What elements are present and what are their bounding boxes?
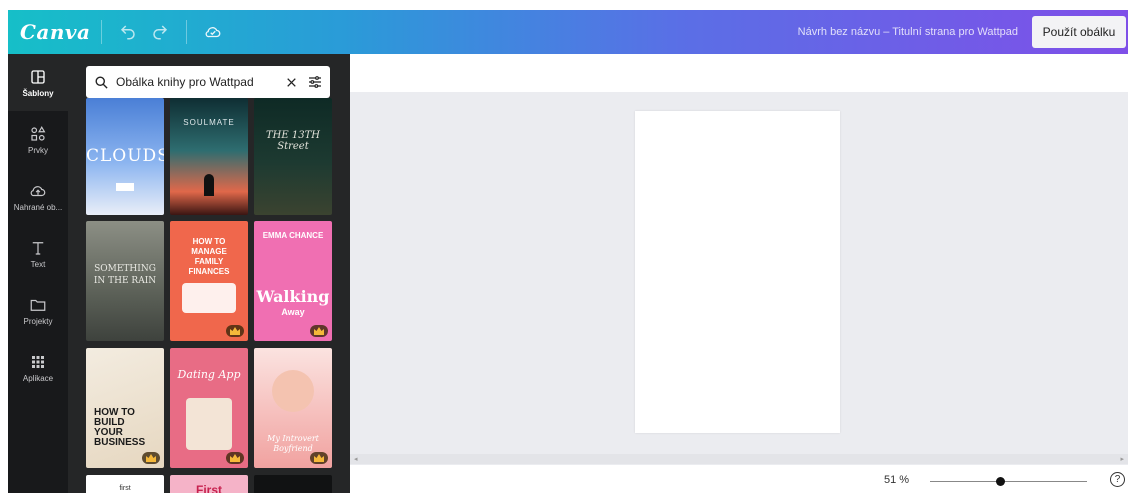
template-card[interactable]: HOW TO BUILD YOUR BUSINESS xyxy=(86,348,164,468)
folder-icon xyxy=(30,299,46,311)
template-card-subtitle: Walking xyxy=(256,287,330,306)
design-workspace: ◂ ▸ xyxy=(350,54,1128,493)
filter-icon[interactable] xyxy=(306,73,324,91)
rail-item-text[interactable]: Text xyxy=(8,225,68,282)
text-icon xyxy=(32,241,44,255)
rail-item-projects[interactable]: Projekty xyxy=(8,282,68,339)
rail-label: Šablony xyxy=(22,88,54,98)
template-search xyxy=(86,66,330,98)
template-card[interactable]: Dating App xyxy=(170,348,248,468)
template-card-title: CLOUDS xyxy=(86,146,164,166)
template-card-caption: Away xyxy=(281,307,305,317)
template-card-title: First xyxy=(195,483,222,493)
template-card-title: Dating App xyxy=(177,368,241,381)
template-card[interactable]: SOMETHING IN THE RAIN xyxy=(86,221,164,341)
help-icon: ? xyxy=(1114,474,1121,485)
scroll-right-icon[interactable]: ▸ xyxy=(1120,455,1124,463)
document-title[interactable]: Návrh bez názvu – Titulní strana pro Wat… xyxy=(798,26,1018,38)
horizontal-scrollbar[interactable]: ◂ ▸ xyxy=(350,454,1128,464)
apply-cover-button[interactable]: Použít obálku xyxy=(1032,16,1126,48)
family-illustration xyxy=(182,283,236,313)
left-rail: Šablony Prvky Nahrané ob... Text Projekt… xyxy=(8,54,68,493)
couple-silhouette xyxy=(204,174,214,196)
rail-item-templates[interactable]: Šablony xyxy=(8,54,68,111)
top-bar: Canva Návrh bez názvu – Titulní strana p… xyxy=(8,10,1128,54)
template-card[interactable]: EMMA CHANCE Walking Away xyxy=(254,221,332,341)
premium-crown-icon xyxy=(142,452,160,464)
template-card-title: SOMETHING IN THE RAIN xyxy=(93,264,157,286)
template-card-title: SOULMATE xyxy=(183,118,235,127)
rail-label: Nahrané ob... xyxy=(13,202,63,212)
cloud-saved-icon[interactable] xyxy=(202,21,224,43)
template-card[interactable]: THE 13TH Street xyxy=(254,98,332,215)
template-card-label xyxy=(116,183,134,191)
zoom-level[interactable]: 51 % xyxy=(884,474,909,486)
template-card[interactable]: HOW TO MANAGE FAMILY FINANCES xyxy=(170,221,248,341)
rail-label: Aplikace xyxy=(22,373,54,383)
canva-editor: Canva Návrh bez názvu – Titulní strana p… xyxy=(0,0,1128,493)
canva-logo[interactable]: Canva xyxy=(20,20,91,44)
undo-icon[interactable] xyxy=(117,21,139,43)
zoom-slider-handle[interactable] xyxy=(996,477,1006,486)
rail-label: Text xyxy=(30,259,46,269)
characters-illustration xyxy=(272,370,314,412)
help-button[interactable]: ? xyxy=(1110,472,1125,487)
premium-crown-icon xyxy=(226,452,244,464)
zoom-slider-track[interactable] xyxy=(930,481,1087,482)
template-card[interactable]: first xyxy=(86,475,164,493)
template-icon xyxy=(31,69,45,84)
template-card-title: THE 13TH Street xyxy=(266,130,320,152)
bottom-bar: 51 % ? xyxy=(350,465,1128,493)
template-card-title: HOW TO BUILD YOUR BUSINESS xyxy=(94,407,146,448)
rail-label: Projekty xyxy=(23,316,53,326)
templates-panel: CLOUDS SOULMATE THE 13TH Street SOMETHIN… xyxy=(68,54,350,493)
search-icon xyxy=(92,73,110,91)
template-card[interactable] xyxy=(254,475,332,493)
premium-crown-icon xyxy=(226,325,244,337)
rail-item-uploads[interactable]: Nahrané ob... xyxy=(8,168,68,225)
upload-cloud-icon xyxy=(30,185,46,196)
scroll-left-icon[interactable]: ◂ xyxy=(354,455,358,463)
rail-item-apps[interactable]: Aplikace xyxy=(8,339,68,396)
redo-icon[interactable] xyxy=(149,21,171,43)
template-card[interactable]: SOULMATE xyxy=(170,98,248,215)
template-card[interactable]: First xyxy=(170,475,248,493)
template-card-title: HOW TO MANAGE FAMILY FINANCES xyxy=(188,237,230,276)
context-toolbar xyxy=(350,54,1128,92)
template-card-title: EMMA CHANCE xyxy=(262,231,324,240)
elements-icon xyxy=(31,125,46,141)
premium-crown-icon xyxy=(310,325,328,337)
template-card[interactable]: CLOUDS xyxy=(86,98,164,215)
design-page[interactable] xyxy=(635,111,840,433)
premium-crown-icon xyxy=(310,452,328,464)
close-icon[interactable] xyxy=(282,73,300,91)
rail-label: Prvky xyxy=(28,145,48,155)
template-card-title: My Introvert Boyfriend xyxy=(267,434,319,453)
toolbar-divider xyxy=(185,20,187,44)
template-card[interactable]: My Introvert Boyfriend xyxy=(254,348,332,468)
apps-icon xyxy=(32,355,44,368)
rail-item-elements[interactable]: Prvky xyxy=(8,111,68,168)
template-card-title: first xyxy=(119,485,131,492)
couple-illustration xyxy=(186,398,232,450)
toolbar-divider xyxy=(100,20,102,44)
search-input[interactable] xyxy=(116,75,282,89)
